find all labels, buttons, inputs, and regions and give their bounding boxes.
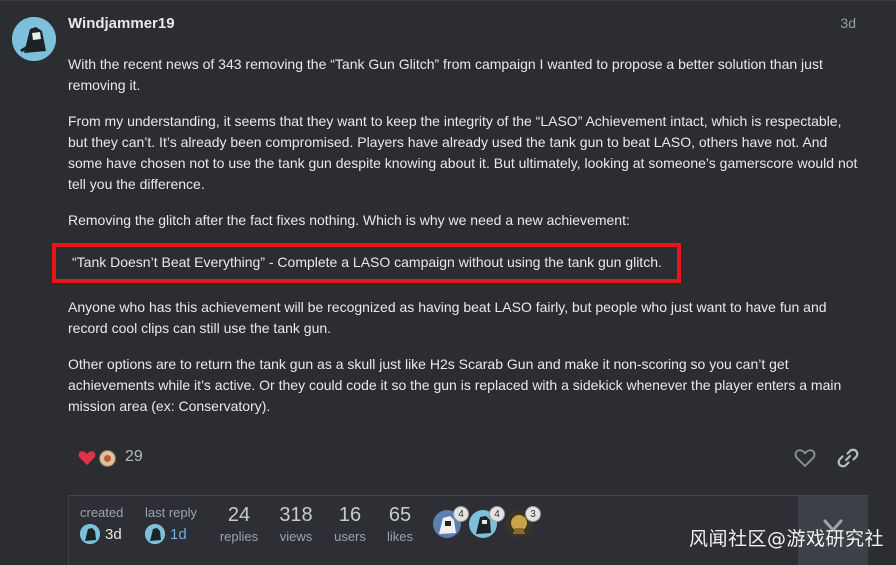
post-paragraph: From my understanding, it seems that the…: [68, 113, 858, 192]
post-paragraph: Anyone who has this achievement will be …: [68, 299, 827, 336]
link-icon[interactable]: [837, 447, 859, 469]
participant[interactable]: 3: [505, 506, 541, 538]
created-label: created: [80, 505, 124, 520]
reaction-count[interactable]: 29: [125, 448, 143, 466]
post-paragraph: Other options are to return the tank gun…: [68, 356, 842, 414]
created-value: 3d: [105, 525, 122, 543]
highlight-box: “Tank Doesn’t Beat Everything” - Complet…: [52, 243, 681, 283]
last-reply-info[interactable]: last reply 1d: [145, 505, 197, 544]
user-avatar[interactable]: [12, 17, 56, 61]
avatar-image: [12, 17, 56, 61]
last-replier-avatar: [145, 524, 165, 544]
replies-count: 24: [227, 504, 251, 526]
participant[interactable]: 4: [433, 506, 469, 538]
like-button[interactable]: [794, 448, 816, 468]
last-reply-value: 1d: [170, 525, 187, 543]
participant-post-count: 4: [489, 506, 505, 522]
replies-label: replies: [219, 529, 259, 544]
target-reaction-icon[interactable]: [99, 450, 116, 467]
participant-post-count: 4: [453, 506, 469, 522]
replies-stat: 24 replies: [219, 503, 259, 544]
post-paragraph: With the recent news of 343 removing the…: [68, 56, 823, 93]
views-label: views: [279, 529, 313, 544]
created-info[interactable]: created 3d: [80, 505, 123, 544]
post-username[interactable]: Windjammer19: [68, 15, 175, 32]
post-paragraph: Removing the glitch after the fact fixes…: [68, 212, 630, 228]
users-count: 16: [338, 504, 362, 526]
creator-avatar: [80, 524, 100, 544]
post-body: With the recent news of 343 removing the…: [52, 54, 860, 432]
watermark-text: 风闻社区@游戏研究社: [688, 528, 884, 550]
top-divider: [0, 0, 896, 1]
highlighted-achievement: “Tank Doesn’t Beat Everything” - Complet…: [72, 254, 662, 270]
likes-stat: 65 likes: [383, 503, 417, 544]
views-stat: 318 views: [275, 503, 317, 544]
heart-icon[interactable]: [78, 450, 96, 466]
users-stat: 16 users: [331, 503, 369, 544]
post-date[interactable]: 3d: [840, 15, 856, 31]
likes-label: likes: [386, 529, 413, 544]
post-actions: 29: [76, 445, 866, 473]
users-label: users: [334, 529, 366, 544]
last-reply-label: last reply: [145, 505, 198, 520]
participant-post-count: 3: [525, 506, 541, 522]
views-count: 318: [279, 504, 313, 526]
participant[interactable]: 4: [469, 506, 505, 538]
participant-avatars: 4 4 3: [433, 506, 541, 538]
likes-count: 65: [388, 504, 412, 526]
